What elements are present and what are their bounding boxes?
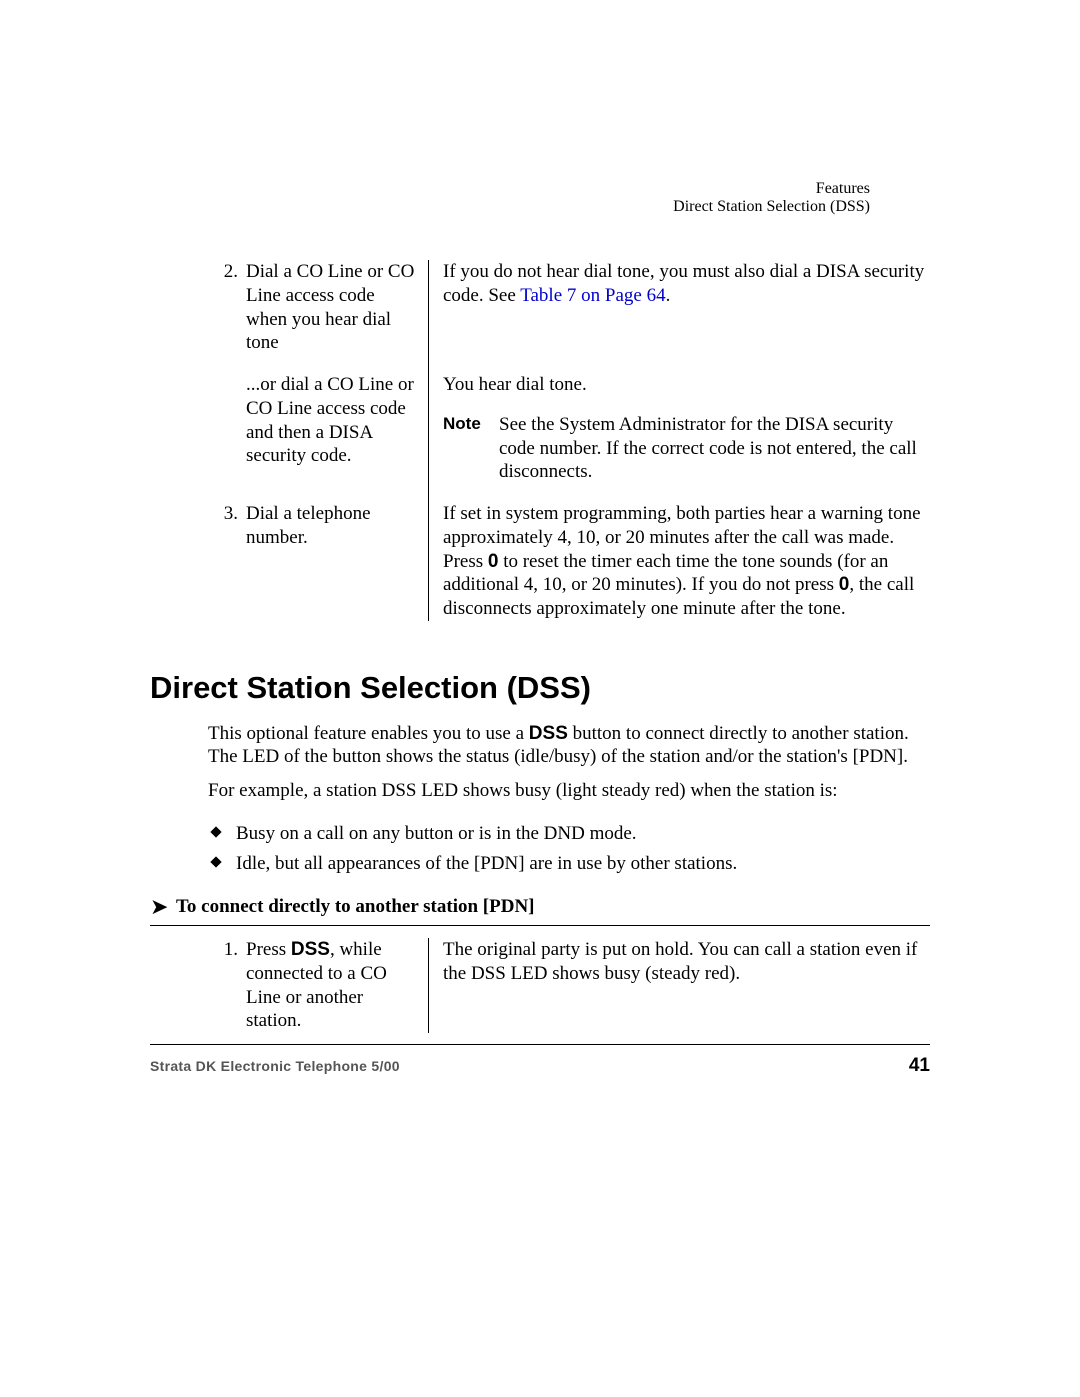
text: to reset the timer each time the tone so… bbox=[443, 551, 888, 596]
step-action: Press DSS, while connected to a CO Line … bbox=[246, 938, 429, 1033]
step-result: The original party is put on hold. You c… bbox=[429, 938, 929, 1033]
page-footer: Strata DK Electronic Telephone 5/00 41 bbox=[150, 1044, 930, 1077]
text: Idle, but all appearances of the [PDN] a… bbox=[236, 853, 737, 874]
footer-rule bbox=[150, 1044, 930, 1045]
list-item: Busy on a call on any button or is in th… bbox=[208, 822, 930, 846]
cross-ref-link[interactable]: Table 7 on Page 64 bbox=[520, 285, 665, 306]
key-zero: 0 bbox=[839, 574, 850, 595]
procedure-title: To connect directly to another station [… bbox=[176, 895, 535, 919]
key-zero: 0 bbox=[488, 551, 499, 572]
step-result: If you do not hear dial tone, you must a… bbox=[429, 260, 929, 355]
running-header: Features Direct Station Selection (DSS) bbox=[673, 180, 870, 216]
section-heading: Direct Station Selection (DSS) bbox=[150, 669, 930, 708]
page-number: 41 bbox=[909, 1055, 930, 1077]
paragraph: This optional feature enables you to use… bbox=[208, 722, 930, 770]
header-chapter: Features bbox=[816, 180, 870, 198]
header-section: Direct Station Selection (DSS) bbox=[673, 198, 870, 216]
button-name-dss: DSS bbox=[529, 723, 568, 744]
step-table-top: 2. Dial a CO Line or CO Line access code… bbox=[208, 260, 928, 621]
text: If you do not hear dial tone, you must a… bbox=[443, 261, 924, 306]
step-result: If set in system programming, both parti… bbox=[429, 484, 929, 621]
arrow-icon: ➤ bbox=[150, 896, 176, 918]
text: Busy on a call on any button or is in th… bbox=[236, 823, 637, 844]
step-action: Dial a CO Line or CO Line access code wh… bbox=[246, 260, 429, 355]
note-text: See the System Administrator for the DIS… bbox=[499, 413, 928, 484]
text: This optional feature enables you to use… bbox=[208, 723, 529, 744]
step-action: Dial a telephone number. bbox=[246, 484, 429, 621]
diamond-bullet-icon bbox=[210, 826, 221, 837]
step-number: 1. bbox=[208, 938, 246, 1033]
footer-doc-title: Strata DK Electronic Telephone 5/00 bbox=[150, 1058, 400, 1074]
page: Features Direct Station Selection (DSS) … bbox=[0, 0, 1080, 1397]
text: Press bbox=[246, 939, 291, 960]
list-item: Idle, but all appearances of the [PDN] a… bbox=[208, 852, 930, 876]
bullet-list: Busy on a call on any button or is in th… bbox=[208, 822, 930, 876]
text: . bbox=[666, 285, 671, 306]
step-action-alt: ...or dial a CO Line or CO Line access c… bbox=[246, 355, 429, 484]
step-table-proc: 1. Press DSS, while connected to a CO Li… bbox=[208, 938, 928, 1033]
rule bbox=[150, 925, 930, 926]
procedure-heading: ➤ To connect directly to another station… bbox=[150, 895, 930, 919]
step-number: 2. bbox=[208, 260, 246, 355]
text: You hear dial tone. bbox=[443, 373, 928, 397]
paragraph: For example, a station DSS LED shows bus… bbox=[208, 779, 930, 803]
note-label: Note bbox=[443, 413, 499, 484]
note: Note See the System Administrator for th… bbox=[443, 413, 928, 484]
step-number: 3. bbox=[208, 484, 246, 621]
step-result-alt: You hear dial tone. Note See the System … bbox=[429, 355, 929, 484]
step-number-empty bbox=[208, 355, 246, 484]
diamond-bullet-icon bbox=[210, 856, 221, 867]
button-name-dss: DSS bbox=[291, 939, 330, 960]
